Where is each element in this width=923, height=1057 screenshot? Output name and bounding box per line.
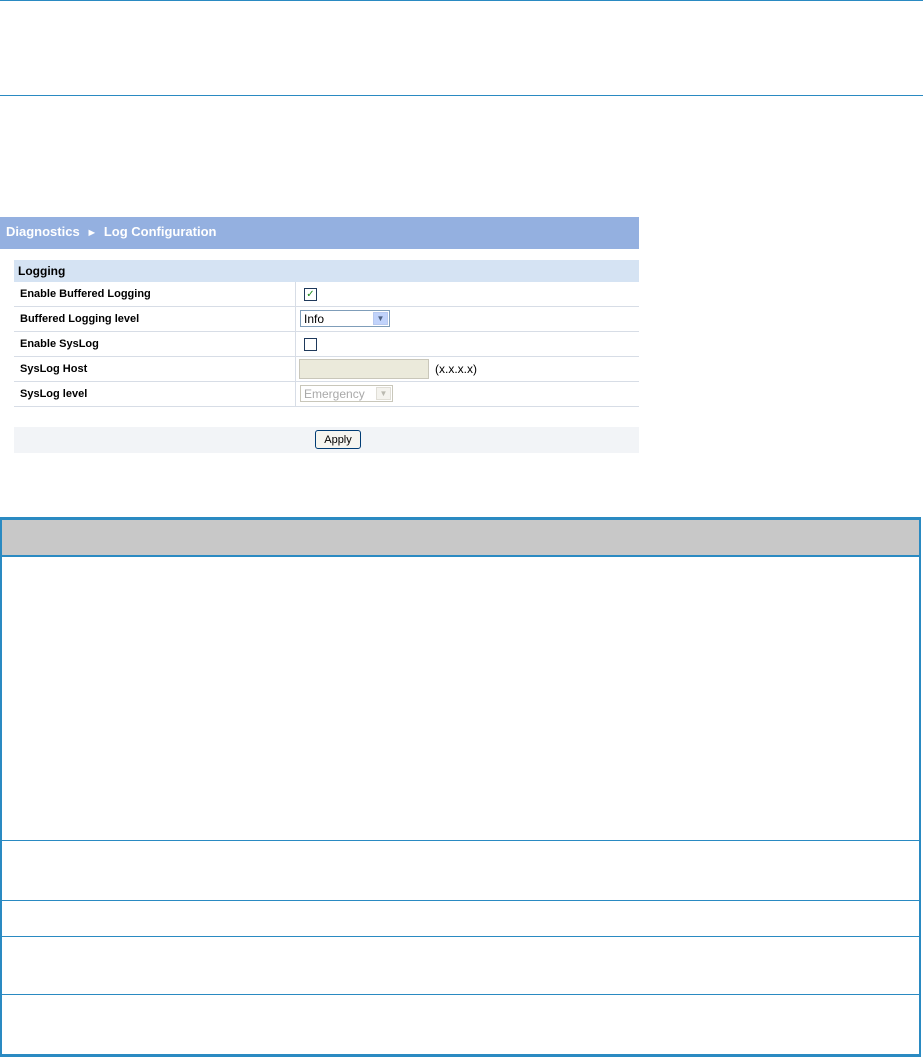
breadcrumb-current: Log Configuration [103,224,217,239]
buffered-logging-level-value: Info [304,312,325,326]
column-divider [295,382,296,406]
syslog-level-select[interactable]: Emergency ▼ [300,385,393,402]
chevron-down-icon[interactable]: ▼ [376,387,391,400]
buffered-logging-level-select[interactable]: Info ▼ [300,310,390,327]
enable-buffered-logging-row: Enable Buffered Logging ✓ [14,282,639,307]
column-divider [295,282,296,306]
table-header-border [0,555,921,557]
syslog-host-label: SysLog Host [20,363,88,375]
syslog-level-label: SysLog level [20,388,88,400]
syslog-host-row: SysLog Host (x.x.x.x) [14,357,639,382]
table-left-border [0,517,2,1057]
column-divider [295,332,296,356]
enable-syslog-row: Enable SysLog [14,332,639,357]
breadcrumb: Diagnostics ► Log Configuration [0,217,639,249]
apply-bar: Apply [14,427,639,453]
syslog-level-value: Emergency [304,387,365,401]
enable-syslog-label: Enable SysLog [20,338,99,350]
enable-syslog-checkbox[interactable] [304,338,317,351]
chevron-down-icon[interactable]: ▼ [373,312,388,325]
syslog-level-row: SysLog level Emergency ▼ [14,382,639,407]
breadcrumb-parent: Diagnostics [6,224,80,239]
column-divider [295,307,296,331]
table-row-divider [0,900,921,901]
table-right-border [919,517,921,1057]
logging-section-header: Logging [14,260,639,282]
syslog-host-format-hint: (x.x.x.x) [435,362,477,376]
table-row-divider [0,936,921,937]
column-divider [295,357,296,381]
buffered-logging-level-label: Buffered Logging level [20,313,140,325]
table-row-divider [0,840,921,841]
apply-button[interactable]: Apply [315,430,361,449]
log-configuration-panel: Diagnostics ► Log Configuration Logging … [0,217,639,453]
buffered-logging-level-row: Buffered Logging level Info ▼ [14,307,639,332]
enable-buffered-logging-checkbox[interactable]: ✓ [304,288,317,301]
table-header [0,520,921,555]
table-top-border [0,517,921,520]
syslog-host-input[interactable] [299,359,429,379]
top-rule [0,0,923,1]
table-row-divider [0,994,921,995]
enable-buffered-logging-label: Enable Buffered Logging [20,288,151,300]
breadcrumb-arrow-icon: ► [86,227,98,239]
header-rule [0,95,923,96]
